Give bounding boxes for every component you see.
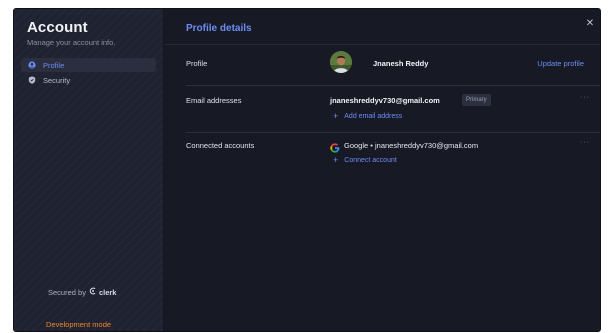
sidebar-subtitle: Manage your account info. [27, 38, 116, 47]
account-modal: Account Manage your account info. Profil… [14, 9, 600, 331]
connected-accounts-label: Connected accounts [186, 141, 255, 150]
user-icon [28, 61, 36, 69]
primary-badge: Primary [462, 94, 491, 106]
sidebar-item-label: Security [43, 75, 71, 85]
plus-icon: + [333, 155, 339, 165]
secured-by: Secured by clerk [48, 287, 116, 297]
avatar [330, 51, 352, 73]
add-email-label: Add email address [344, 112, 403, 120]
connected-account-menu-button[interactable]: ··· [580, 139, 590, 146]
plus-icon: + [333, 111, 339, 121]
clerk-brand-text: clerk [98, 287, 117, 297]
sidebar: Account Manage your account info. Profil… [14, 9, 164, 331]
header-divider [164, 44, 600, 45]
connect-account-label: Connect account [344, 156, 397, 164]
shield-icon [28, 76, 36, 84]
connect-account-link[interactable]: + Connect account [333, 155, 397, 165]
page-title: Profile details [186, 23, 252, 34]
sidebar-item-security[interactable]: Security [21, 73, 156, 87]
sidebar-item-profile[interactable]: Profile [21, 58, 156, 72]
primary-email: jnaneshreddyv730@gmail.com [330, 96, 440, 105]
email-addresses-label: Email addresses [186, 96, 242, 105]
sidebar-item-label: Profile [43, 60, 65, 70]
add-email-link[interactable]: + Add email address [333, 111, 403, 121]
close-icon[interactable]: ✕ [584, 18, 596, 30]
main-panel: Profile details ✕ Profile Jnanesh Reddy … [164, 9, 600, 331]
clerk-logo[interactable]: clerk [89, 287, 117, 297]
update-profile-link[interactable]: Update profile [537, 59, 584, 68]
row-divider [186, 85, 600, 86]
development-mode-label: Development mode [46, 320, 112, 329]
secured-by-text: Secured by [48, 287, 86, 297]
connected-google-account: Google • jnaneshreddyv730@gmail.com [344, 141, 479, 150]
clerk-icon [89, 287, 97, 297]
row-divider [186, 132, 600, 133]
profile-name: Jnanesh Reddy [373, 59, 429, 68]
sidebar-title: Account [27, 19, 88, 36]
profile-label: Profile [186, 59, 208, 68]
google-icon [330, 140, 340, 153]
email-menu-button[interactable]: ··· [580, 94, 590, 101]
